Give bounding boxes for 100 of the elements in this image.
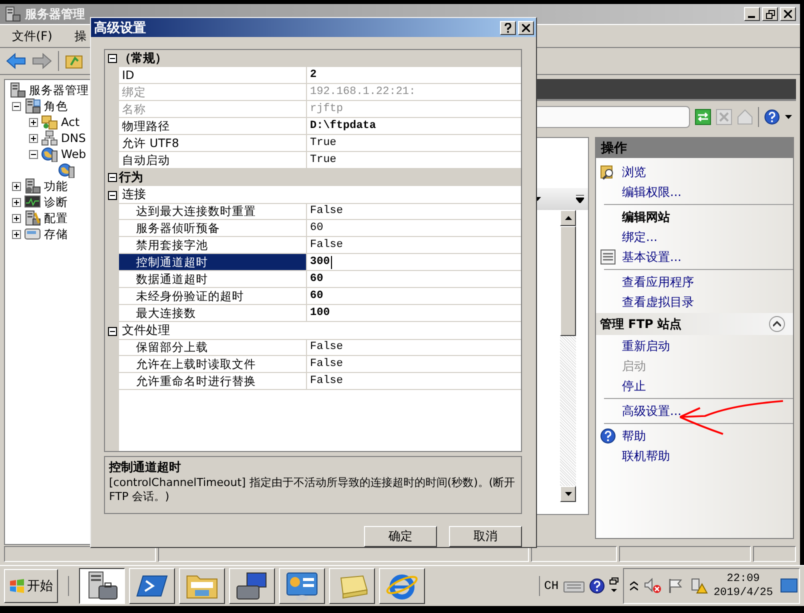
help-icon[interactable] — [764, 109, 780, 125]
tree-item-label[interactable]: DNS — [61, 131, 86, 145]
property-value[interactable]: 60 — [306, 271, 521, 288]
tree-item-label[interactable]: 角色 — [44, 98, 68, 114]
category-label: （常规） — [119, 50, 168, 67]
expand-toggle[interactable] — [12, 102, 21, 110]
action-link[interactable]: 停止 — [622, 378, 646, 394]
network-icon — [41, 130, 58, 146]
chevron-up-icon[interactable] — [630, 581, 638, 591]
expand-toggle[interactable] — [108, 54, 116, 63]
tree-item-label[interactable]: 诊断 — [44, 194, 68, 210]
expand-toggle[interactable] — [108, 190, 116, 200]
server-icon — [24, 178, 41, 194]
action-link[interactable]: 高级设置... — [622, 402, 682, 420]
scroll-up-icon[interactable] — [564, 216, 572, 220]
start-button[interactable]: 开始 — [4, 569, 58, 603]
clock[interactable]: 22:09 2019/4/25 — [714, 572, 773, 600]
property-name[interactable]: 服务器侦听预备 — [119, 220, 306, 237]
action-heading: 编辑网站 — [622, 208, 670, 226]
property-value[interactable]: False — [306, 373, 521, 390]
property-value[interactable]: False — [306, 203, 521, 220]
property-name[interactable]: 物理路径 — [119, 118, 306, 135]
speaker-muted-icon[interactable] — [644, 578, 662, 594]
help-icon — [600, 428, 616, 444]
property-name[interactable]: 允许在上载时读取文件 — [119, 356, 306, 373]
tree-item-label[interactable]: 存储 — [44, 226, 68, 242]
folder-search-icon — [600, 164, 616, 180]
action-link[interactable]: 重新启动 — [622, 338, 670, 354]
windows-flag-icon — [9, 578, 25, 594]
network-warning-icon[interactable] — [690, 578, 708, 594]
scroll-down-icon[interactable] — [576, 195, 584, 203]
description-text: [controlChannelTimeout] 指定由于不活动所导致的连接超时的时间(秒数)。(断开 FTP 会话。) — [109, 476, 516, 504]
dialog-button[interactable]: 取消 — [449, 526, 522, 547]
expand-toggle[interactable] — [108, 173, 116, 182]
property-value[interactable]: False — [306, 237, 521, 254]
property-name[interactable]: 保留部分上载 — [119, 339, 306, 356]
restore-button[interactable] — [762, 7, 778, 21]
action-link[interactable]: 帮助 — [622, 428, 646, 444]
refresh-icon[interactable] — [695, 109, 711, 125]
property-name[interactable]: 未经身份验证的超时 — [119, 288, 306, 305]
property-value[interactable]: True — [306, 135, 521, 152]
expand-toggle[interactable] — [29, 150, 38, 158]
tree-item-label[interactable]: Act — [61, 115, 80, 129]
help-icon[interactable] — [588, 578, 605, 594]
expand-toggle[interactable] — [108, 326, 116, 336]
action-link[interactable]: 编辑权限... — [622, 184, 682, 200]
property-name[interactable]: 数据通道超时 — [119, 271, 306, 288]
tree-item-label[interactable]: 功能 — [44, 178, 68, 194]
property-name[interactable]: 允许 UTF8 — [119, 135, 306, 152]
tree-item-label[interactable]: Web — [61, 147, 86, 161]
property-value[interactable]: 60 — [306, 220, 521, 237]
property-value[interactable]: False — [306, 339, 521, 356]
expand-toggle[interactable] — [12, 182, 21, 190]
help-button[interactable] — [500, 20, 516, 34]
property-value[interactable]: 300 — [306, 254, 521, 271]
dialog-button[interactable]: 确定 — [364, 526, 437, 547]
dropdown-arrow-icon[interactable] — [785, 115, 792, 119]
tree-item-label[interactable]: 服务器管理 — [29, 82, 89, 98]
scroll-down-icon[interactable] — [564, 492, 572, 496]
clock-time: 22:09 — [726, 572, 760, 586]
close-button[interactable] — [780, 7, 796, 21]
property-name[interactable]: 达到最大连接数时重置 — [119, 203, 306, 220]
property-value[interactable]: 2 — [306, 67, 521, 84]
action-link[interactable]: 联机帮助 — [622, 448, 670, 464]
clock-date: 2019/4/25 — [714, 586, 773, 600]
expand-toggle[interactable] — [29, 134, 38, 142]
menu-item[interactable]: 文件(F) — [12, 28, 52, 44]
expand-toggle[interactable] — [12, 198, 21, 206]
monitor-icon — [24, 194, 41, 210]
taskbar-app-button[interactable] — [79, 568, 125, 604]
property-value[interactable]: 60 — [306, 288, 521, 305]
expand-toggle[interactable] — [12, 230, 21, 238]
restore-small-icon[interactable] — [608, 577, 619, 595]
property-name[interactable]: ID — [119, 67, 306, 84]
action-link[interactable]: 查看应用程序 — [622, 274, 694, 290]
server-icon — [9, 82, 26, 98]
expand-toggle[interactable] — [12, 214, 21, 222]
tree-item-label[interactable]: 配置 — [44, 210, 68, 226]
property-name[interactable]: 控制通道超时 — [119, 254, 306, 271]
directory-icon — [41, 114, 58, 130]
action-link[interactable]: 绑定... — [622, 228, 658, 246]
action-link[interactable]: 浏览 — [622, 164, 646, 180]
description-title: 控制通道超时 — [109, 459, 182, 476]
flag-icon[interactable] — [668, 578, 684, 594]
computer-icon — [235, 570, 269, 602]
close-button[interactable] — [518, 20, 534, 34]
back-arrow-icon[interactable] — [6, 53, 26, 69]
menu-item[interactable]: 操 — [74, 28, 86, 44]
scrollbar[interactable] — [560, 210, 576, 502]
collapse-button[interactable] — [769, 316, 785, 332]
action-link[interactable]: 基本设置... — [622, 248, 682, 266]
property-name[interactable]: 允许重命名时进行替换 — [119, 373, 306, 390]
action-link[interactable]: 查看虚拟目录 — [622, 294, 694, 310]
forward-arrow-icon[interactable] — [32, 53, 52, 69]
expand-toggle[interactable] — [29, 118, 38, 126]
property-value[interactable]: False — [306, 356, 521, 373]
language-indicator[interactable]: CH — [544, 579, 559, 593]
property-value[interactable]: D:\ftpdata — [306, 118, 521, 135]
minimize-button[interactable] — [744, 7, 760, 21]
group-header: 连接 — [119, 186, 521, 204]
